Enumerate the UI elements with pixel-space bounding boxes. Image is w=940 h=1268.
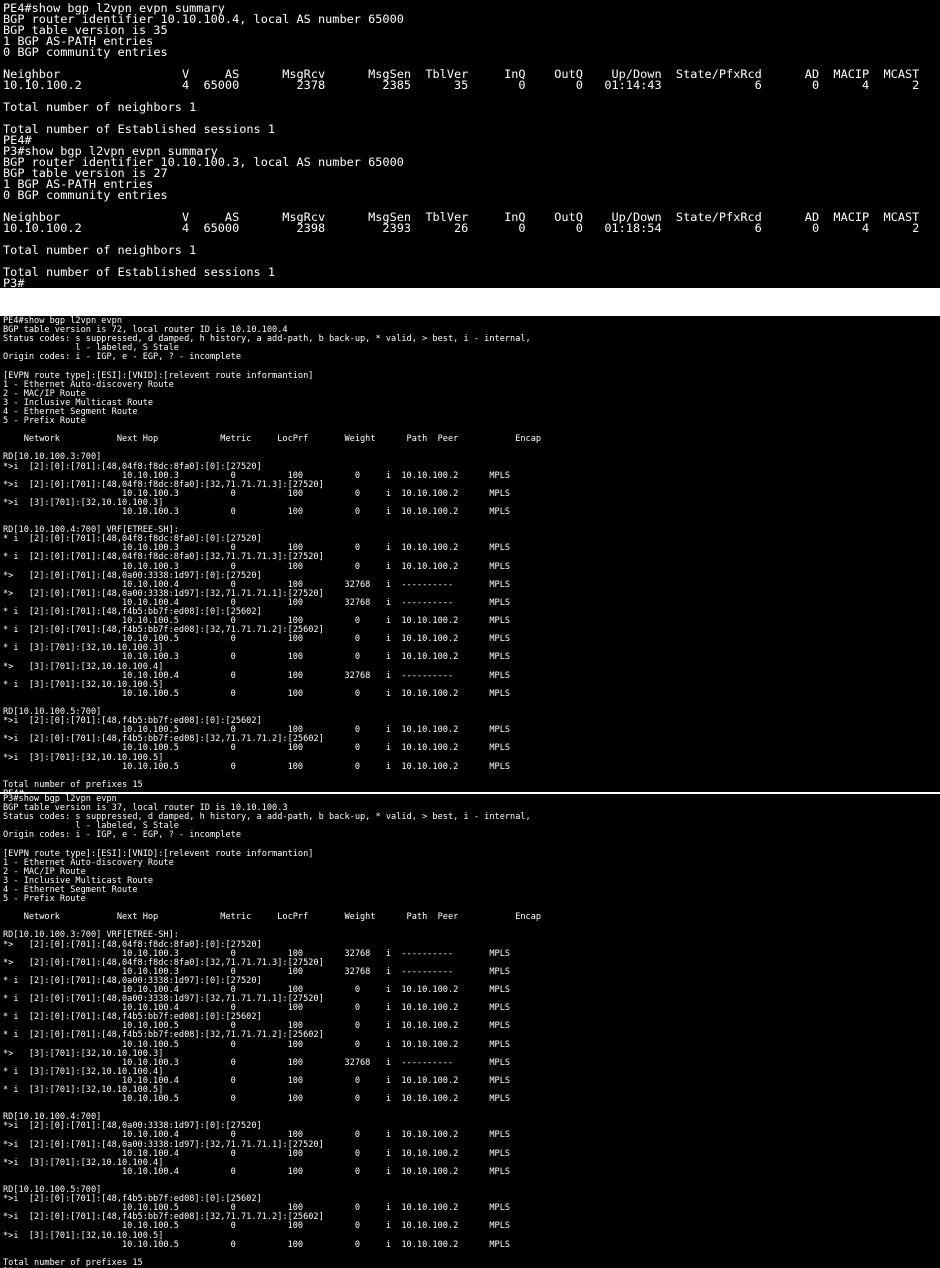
terminal-line: 1 - Ethernet Auto-discovery Route (3, 857, 174, 868)
p3-evpn-table-terminal[interactable]: P3#show bgp l2vpn evpn BGP table version … (0, 794, 940, 1268)
terminal-line: 10.10.100.4 0 100 0 i 10.10.100.2 MPLS (3, 1166, 511, 1177)
terminal-line: Total number of prefixes 15 (3, 1257, 143, 1268)
terminal-line: 5 - Prefix Route (3, 894, 86, 905)
terminal-line: Total number of neighbors 1 (3, 243, 197, 257)
bgp-summary-terminal[interactable]: PE4#show bgp l2vpn evpn summary BGP route… (0, 0, 940, 288)
terminal-line: Total number of prefixes 15 (3, 779, 143, 790)
terminal-line: 3 - Inclusive Multicast Route (3, 397, 154, 408)
terminal-line: 4 - Ethernet Segment Route (3, 406, 138, 417)
terminal-line: 0 BGP community entries (3, 45, 168, 59)
terminal-line: Origin codes: i - IGP, e - EGP, ? - inco… (3, 830, 241, 841)
terminal-line: 10.10.100.5 0 100 0 i 10.10.100.2 MPLS (3, 761, 511, 772)
terminal-line: Network Next Hop Metric LocPrf Weight Pa… (3, 434, 542, 445)
terminal-line: 10.10.100.2 4 65000 2398 2393 26 0 0 01:… (3, 221, 920, 235)
pe4-evpn-table-terminal[interactable]: PE4#show bgp l2vpn evpn BGP table version… (0, 316, 940, 792)
terminal-line: Total number of neighbors 1 (3, 100, 197, 114)
terminal-line: 1 - Ethernet Auto-discovery Route (3, 379, 174, 390)
terminal-line: P3# (3, 276, 25, 288)
terminal-line: 0 BGP community entries (3, 188, 168, 202)
terminal-line: Origin codes: i - IGP, e - EGP, ? - inco… (3, 352, 241, 363)
terminal-line: 10.10.100.5 0 100 0 i 10.10.100.2 MPLS (3, 1094, 511, 1105)
terminal-line: Total number of Established sessions 1 (3, 122, 276, 136)
terminal-line: 4 - Ethernet Segment Route (3, 884, 138, 895)
terminal-line: 10.10.100.5 0 100 0 i 10.10.100.2 MPLS (3, 688, 511, 699)
terminal-line: 5 - Prefix Route (3, 416, 86, 427)
terminal-line: 10.10.100.3 0 100 0 i 10.10.100.2 MPLS (3, 506, 511, 517)
terminal-line: Network Next Hop Metric LocPrf Weight Pa… (3, 912, 542, 923)
terminal-line: 10.10.100.2 4 65000 2378 2385 35 0 0 01:… (3, 78, 920, 92)
terminal-line: 3 - Inclusive Multicast Route (3, 875, 154, 886)
terminal-line: Total number of Established sessions 1 (3, 265, 276, 279)
terminal-line: 10.10.100.5 0 100 0 i 10.10.100.2 MPLS (3, 1239, 511, 1250)
